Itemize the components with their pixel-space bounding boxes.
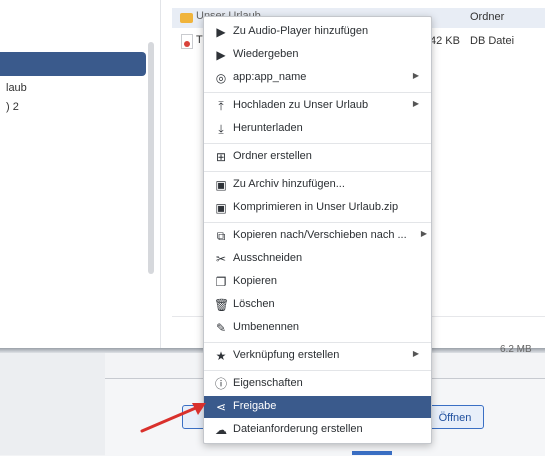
copy-move-icon: ⧉ <box>216 229 226 243</box>
compress-icon: ▣ <box>215 201 227 215</box>
background-strip <box>0 353 105 455</box>
dialog-button-edge[interactable] <box>352 451 392 455</box>
menu-item-label: Hochladen zu Unser Urlaub <box>233 99 369 111</box>
menu-item-create-folder[interactable]: ⊞ Ordner erstellen <box>204 146 431 168</box>
menu-item-label: Löschen <box>233 298 275 310</box>
menu-item-label: app:app_name <box>233 71 307 83</box>
file-type: Ordner <box>470 11 505 23</box>
menu-item-delete[interactable]: 🗑 Löschen <box>204 294 431 316</box>
sidebar-item-label[interactable]: ) 2 <box>6 101 19 113</box>
menu-separator <box>204 143 431 144</box>
menu-item-file-request[interactable]: ☁ Dateianforderung erstellen <box>204 419 431 441</box>
menu-item-upload[interactable]: ⤒ Hochladen zu Unser Urlaub ▶ <box>204 95 431 117</box>
menu-item-compress[interactable]: ▣ Komprimieren in Unser Urlaub.zip <box>204 197 431 219</box>
menu-item-label: Zu Audio-Player hinzufügen <box>233 25 369 37</box>
play-icon: ▶ <box>216 25 226 39</box>
sidebar-item-label[interactable]: laub <box>6 82 27 94</box>
menu-item-label: Wiedergeben <box>233 48 299 60</box>
menu-item-play[interactable]: ▶ Wiedergeben <box>204 44 431 66</box>
app-icon: ◎ <box>215 71 227 85</box>
annotation-arrow-icon <box>140 403 206 433</box>
pencil-icon: ✎ <box>215 321 227 335</box>
archive-icon: ▣ <box>215 178 227 192</box>
menu-item-label: Kopieren nach/Verschieben nach ... <box>233 229 407 241</box>
cloud-upload-icon: ☁ <box>215 423 227 437</box>
chevron-right-icon: ▶ <box>412 99 419 108</box>
menu-item-share[interactable]: ⋖ Freigabe <box>204 396 431 418</box>
menu-item-download[interactable]: ⤓ Herunterladen <box>204 118 431 140</box>
menu-separator <box>204 171 431 172</box>
menu-item-label: Dateianforderung erstellen <box>233 423 363 435</box>
sidebar-selected-item[interactable] <box>0 52 146 76</box>
share-icon: ⋖ <box>215 400 227 414</box>
menu-item-add-to-audio-player[interactable]: ▶ Zu Audio-Player hinzufügen <box>204 21 431 43</box>
chevron-right-icon: ▶ <box>412 349 419 358</box>
menu-item-copy[interactable]: ❐ Kopieren <box>204 271 431 293</box>
sidebar-scrollbar[interactable] <box>148 42 154 274</box>
context-menu: ▶ Zu Audio-Player hinzufügen ▶ Wiedergeb… <box>203 16 432 444</box>
menu-item-add-to-archive[interactable]: ▣ Zu Archiv hinzufügen... <box>204 174 431 196</box>
menu-item-label: Herunterladen <box>233 122 303 134</box>
folder-icon <box>180 13 193 23</box>
chevron-right-icon: ▶ <box>412 71 419 80</box>
upload-icon: ⤒ <box>218 99 224 113</box>
file-size: 42 KB <box>430 35 460 47</box>
star-icon: ★ <box>215 349 227 363</box>
menu-item-label: Verknüpfung erstellen <box>233 349 340 361</box>
menu-item-copy-move[interactable]: ⧉ Kopieren nach/Verschieben nach ... ▶ <box>204 225 431 247</box>
chevron-right-icon: ▶ <box>420 229 427 238</box>
menu-item-app[interactable]: ◎ app:app_name ▶ <box>204 67 431 89</box>
menu-item-label: Komprimieren in Unser Urlaub.zip <box>233 201 399 213</box>
file-type: DB Datei <box>470 35 515 47</box>
file-size-summary: 6.2 MB <box>500 344 532 355</box>
play-icon: ▶ <box>216 48 226 62</box>
menu-separator <box>204 370 431 371</box>
copy-icon: ❐ <box>215 275 227 289</box>
menu-item-label: Zu Archiv hinzufügen... <box>233 178 345 190</box>
trash-icon: 🗑 <box>214 298 230 312</box>
menu-separator <box>204 92 431 93</box>
menu-item-label: Umbenennen <box>233 321 300 333</box>
menu-item-properties[interactable]: ⓘ Eigenschaften <box>204 373 431 395</box>
download-icon: ⤓ <box>218 122 224 136</box>
info-icon: ⓘ <box>214 377 227 391</box>
menu-separator <box>204 342 431 343</box>
pdf-file-icon <box>181 34 193 49</box>
menu-item-rename[interactable]: ✎ Umbenennen <box>204 317 431 339</box>
menu-item-label: Freigabe <box>233 400 277 412</box>
menu-item-create-shortcut[interactable]: ★ Verknüpfung erstellen ▶ <box>204 345 431 367</box>
menu-item-label: Eigenschaften <box>233 377 303 389</box>
menu-item-label: Ordner erstellen <box>233 150 312 162</box>
menu-item-cut[interactable]: ✂ Ausschneiden <box>204 248 431 270</box>
menu-item-label: Ausschneiden <box>233 252 303 264</box>
create-folder-icon: ⊞ <box>215 150 227 164</box>
menu-item-label: Kopieren <box>233 275 278 287</box>
scissors-icon: ✂ <box>215 252 227 266</box>
menu-separator <box>204 222 431 223</box>
file-name: T <box>196 34 203 46</box>
